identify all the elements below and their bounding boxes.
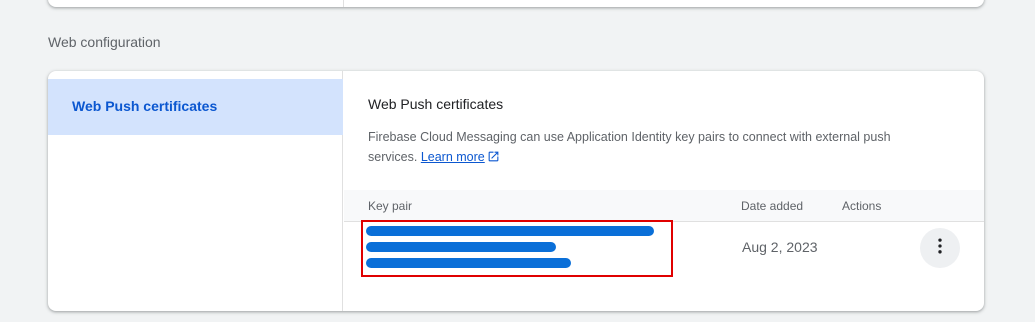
open-in-new-icon	[487, 149, 500, 169]
web-configuration-card: Web Push certificates Web Push certifica…	[48, 71, 984, 311]
web-push-panel: Web Push certificates Firebase Cloud Mes…	[344, 71, 984, 311]
column-header-date-added: Date added	[741, 199, 804, 213]
learn-more-link[interactable]: Learn more	[421, 150, 500, 164]
previous-section-card	[48, 0, 984, 7]
side-nav: Web Push certificates	[48, 71, 343, 311]
panel-title: Web Push certificates	[368, 96, 504, 112]
column-header-key-pair: Key pair	[368, 199, 413, 213]
card-divider	[343, 0, 344, 7]
column-header-actions: Actions	[842, 199, 882, 213]
annotation-highlight-box	[361, 220, 673, 277]
learn-more-label: Learn more	[420, 150, 485, 164]
section-heading: Web configuration	[48, 34, 161, 50]
table-header: Key pair Date added Actions	[344, 190, 984, 222]
more-vert-icon	[930, 236, 950, 261]
panel-description: Firebase Cloud Messaging can use Applica…	[368, 127, 928, 169]
nav-item-web-push-certificates[interactable]: Web Push certificates	[48, 79, 343, 135]
row-actions-button[interactable]	[920, 228, 960, 268]
date-added-value: Aug 2, 2023	[742, 239, 818, 255]
